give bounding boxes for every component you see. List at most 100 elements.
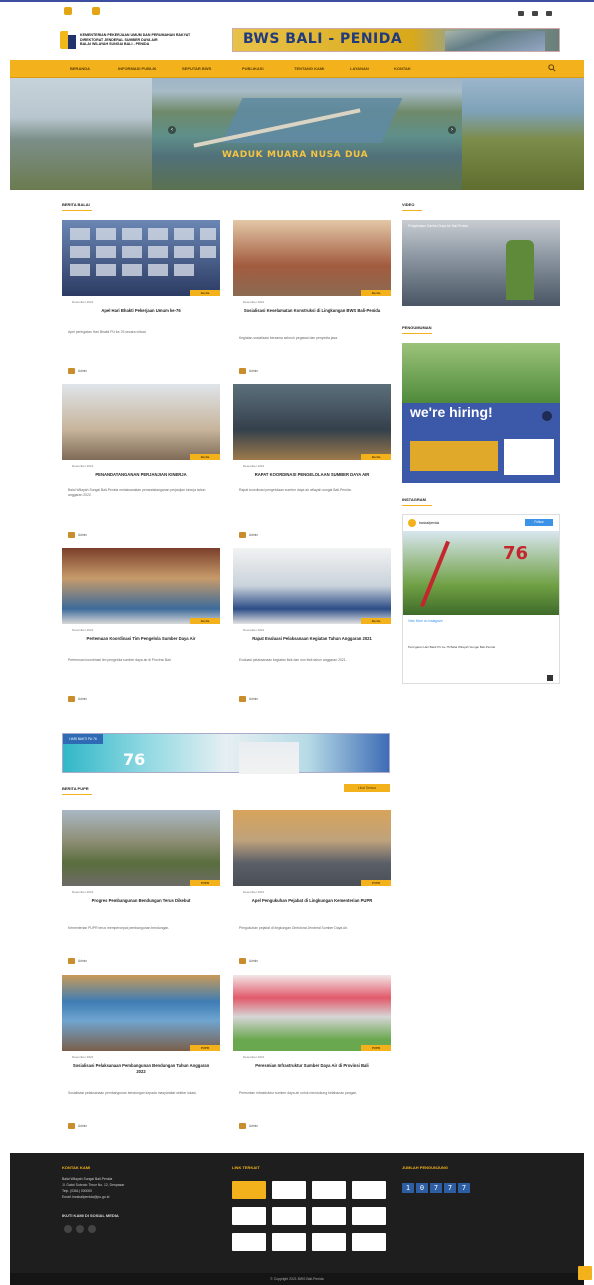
instagram-icon[interactable] <box>546 11 552 16</box>
category-badge[interactable]: Berita <box>361 454 391 460</box>
section-title-berita-balai: BERITA BALAI <box>62 202 90 207</box>
news-title[interactable]: Sosialisasi Keselamatan Konstruksi di Li… <box>239 308 385 314</box>
nav-publikasi[interactable]: PUBLIKASI <box>242 66 264 71</box>
category-badge[interactable]: Berita <box>190 618 220 624</box>
news-image[interactable] <box>62 975 220 1051</box>
link-logo[interactable] <box>312 1181 346 1199</box>
news-image[interactable] <box>62 220 220 296</box>
back-to-top-button[interactable] <box>578 1266 592 1280</box>
twitter-icon[interactable] <box>532 11 538 16</box>
category-badge[interactable]: Berita <box>190 290 220 296</box>
banner-dam-image <box>445 31 545 51</box>
news-title[interactable]: Peresmian Infrastruktur Sumber Daya Air … <box>239 1063 385 1069</box>
visitor-counter: 10777 <box>402 1183 472 1193</box>
slide-caption: WADUK MUARA NUSA DUA <box>222 150 369 160</box>
category-badge[interactable]: Berita <box>361 290 391 296</box>
news-excerpt: Apel peringatan Hari Bhakti PU ke-76 sec… <box>68 330 147 334</box>
news-author: Admin <box>239 958 258 964</box>
view-all-button[interactable]: Lihat Semua <box>344 784 390 792</box>
home-icon[interactable] <box>64 7 72 15</box>
slider-prev-arrow-icon[interactable]: ‹ <box>168 126 176 134</box>
facebook-icon[interactable] <box>64 1225 72 1233</box>
section-underline <box>62 210 92 211</box>
slide-prev-image <box>10 78 152 190</box>
link-logo[interactable] <box>312 1233 346 1251</box>
hari-bakti-banner[interactable]: HARI BAKTI PU 76 76 <box>62 733 390 774</box>
link-logo[interactable] <box>272 1233 306 1251</box>
footer-visitors-title: JUMLAH PENGUNJUNG <box>402 1165 449 1170</box>
top-bar <box>0 2 594 24</box>
news-title[interactable]: Apel Pengukuhan Pejabat di Lingkungan Ke… <box>239 898 385 904</box>
slider-next-arrow-icon[interactable]: › <box>448 126 456 134</box>
section-underline <box>62 794 92 795</box>
section-underline <box>402 210 422 211</box>
link-logo[interactable] <box>272 1207 306 1225</box>
user-icon[interactable] <box>92 7 100 15</box>
news-date: Desember 2021 <box>243 300 265 304</box>
news-title[interactable]: Progres Pembangunan Bendungan Terus Dike… <box>68 898 214 904</box>
nav-kontak[interactable]: KONTAK <box>394 66 411 71</box>
ig-account[interactable]: bwsbalipenida <box>419 521 439 525</box>
site-header: KEMENTERIAN PEKERJAAN UMUM DAN PERUMAHAN… <box>0 24 594 60</box>
news-author: Admin <box>239 1123 258 1129</box>
avatar <box>68 368 75 374</box>
link-logo[interactable] <box>232 1181 266 1199</box>
news-title[interactable]: PENANDATANGANAN PERJANJIAN KINERJA <box>68 472 214 478</box>
news-image[interactable] <box>233 548 391 624</box>
pupr-logo[interactable] <box>60 31 76 49</box>
news-title[interactable]: Apel Hari Bhakti Pekerjaan Umum ke-76 <box>68 308 214 314</box>
instagram-embed[interactable]: bwsbalipenida Follow 76 View More on Ins… <box>402 514 560 684</box>
news-image[interactable] <box>62 384 220 460</box>
counter-digit: 7 <box>430 1183 442 1193</box>
nav-seputar-bws[interactable]: SEPUTAR BWS <box>182 66 211 71</box>
search-icon[interactable] <box>548 64 556 72</box>
hero-slider[interactable]: ‹ › WADUK MUARA NUSA DUA <box>10 78 584 190</box>
link-logo[interactable] <box>352 1181 386 1199</box>
ig-post-image[interactable]: 76 <box>403 531 559 615</box>
news-title[interactable]: Rapat Evaluasi Pelaksanaan Kegiatan Tahu… <box>239 636 385 642</box>
news-author: Admin <box>68 532 87 538</box>
category-badge[interactable]: PUPR <box>361 880 391 886</box>
section-underline <box>402 505 432 506</box>
nav-informasi-publik[interactable]: INFORMASI PUBLIK <box>118 66 156 71</box>
copyright-bar: © Copyright 2021 BWS Bali-Penida <box>10 1273 584 1285</box>
facebook-icon[interactable] <box>518 11 524 16</box>
footer-contact-line: Telp. (0361) 000000 <box>62 1189 93 1193</box>
nav-beranda[interactable]: BERANDA <box>70 66 90 71</box>
news-image[interactable] <box>233 810 391 886</box>
news-image[interactable] <box>233 220 391 296</box>
news-title[interactable]: Pertemuan Koordinasi Tim Pengelola Sumbe… <box>68 636 214 642</box>
category-badge[interactable]: PUPR <box>190 1045 220 1051</box>
avatar <box>68 1123 75 1129</box>
news-image[interactable] <box>62 810 220 886</box>
link-logo[interactable] <box>352 1207 386 1225</box>
link-logo[interactable] <box>312 1207 346 1225</box>
section-title-video: VIDEO <box>402 202 415 207</box>
news-image[interactable] <box>233 384 391 460</box>
slide-current-image <box>152 78 462 190</box>
poster-next-arrow-icon[interactable] <box>542 411 552 421</box>
ig-follow-button[interactable]: Follow <box>525 519 553 526</box>
announcement-poster[interactable]: we're hiring! <box>402 343 560 483</box>
news-image[interactable] <box>233 975 391 1051</box>
category-badge[interactable]: Berita <box>190 454 220 460</box>
category-badge[interactable]: PUPR <box>361 1045 391 1051</box>
link-logo[interactable] <box>352 1233 386 1251</box>
nav-layanan[interactable]: LAYANAN <box>350 66 369 71</box>
link-logo[interactable] <box>272 1181 306 1199</box>
link-logo[interactable] <box>232 1207 266 1225</box>
instagram-icon[interactable] <box>88 1225 96 1233</box>
news-date: Desember 2021 <box>243 1055 265 1059</box>
news-title[interactable]: RAPAT KOORDINASI PENGELOLAAN SUMBER DAYA… <box>239 472 385 478</box>
news-title[interactable]: Sosialisasi Pelaksanaan Pembangunan Bend… <box>68 1063 214 1074</box>
ig-view-more-link[interactable]: View More on Instagram <box>408 619 443 623</box>
news-image[interactable] <box>62 548 220 624</box>
category-badge[interactable]: PUPR <box>190 880 220 886</box>
video-embed[interactable]: Pengelolaan Sumber Daya Air Bali-Penida <box>402 220 560 306</box>
twitter-icon[interactable] <box>76 1225 84 1233</box>
link-logo[interactable] <box>232 1233 266 1251</box>
instagram-icon[interactable] <box>547 675 553 681</box>
category-badge[interactable]: Berita <box>361 618 391 624</box>
nav-tentang-kami[interactable]: TENTANG KAMI <box>294 66 324 71</box>
org-line-3: BALAI WILAYAH SUNGAI BALI - PENIDA <box>80 42 150 47</box>
